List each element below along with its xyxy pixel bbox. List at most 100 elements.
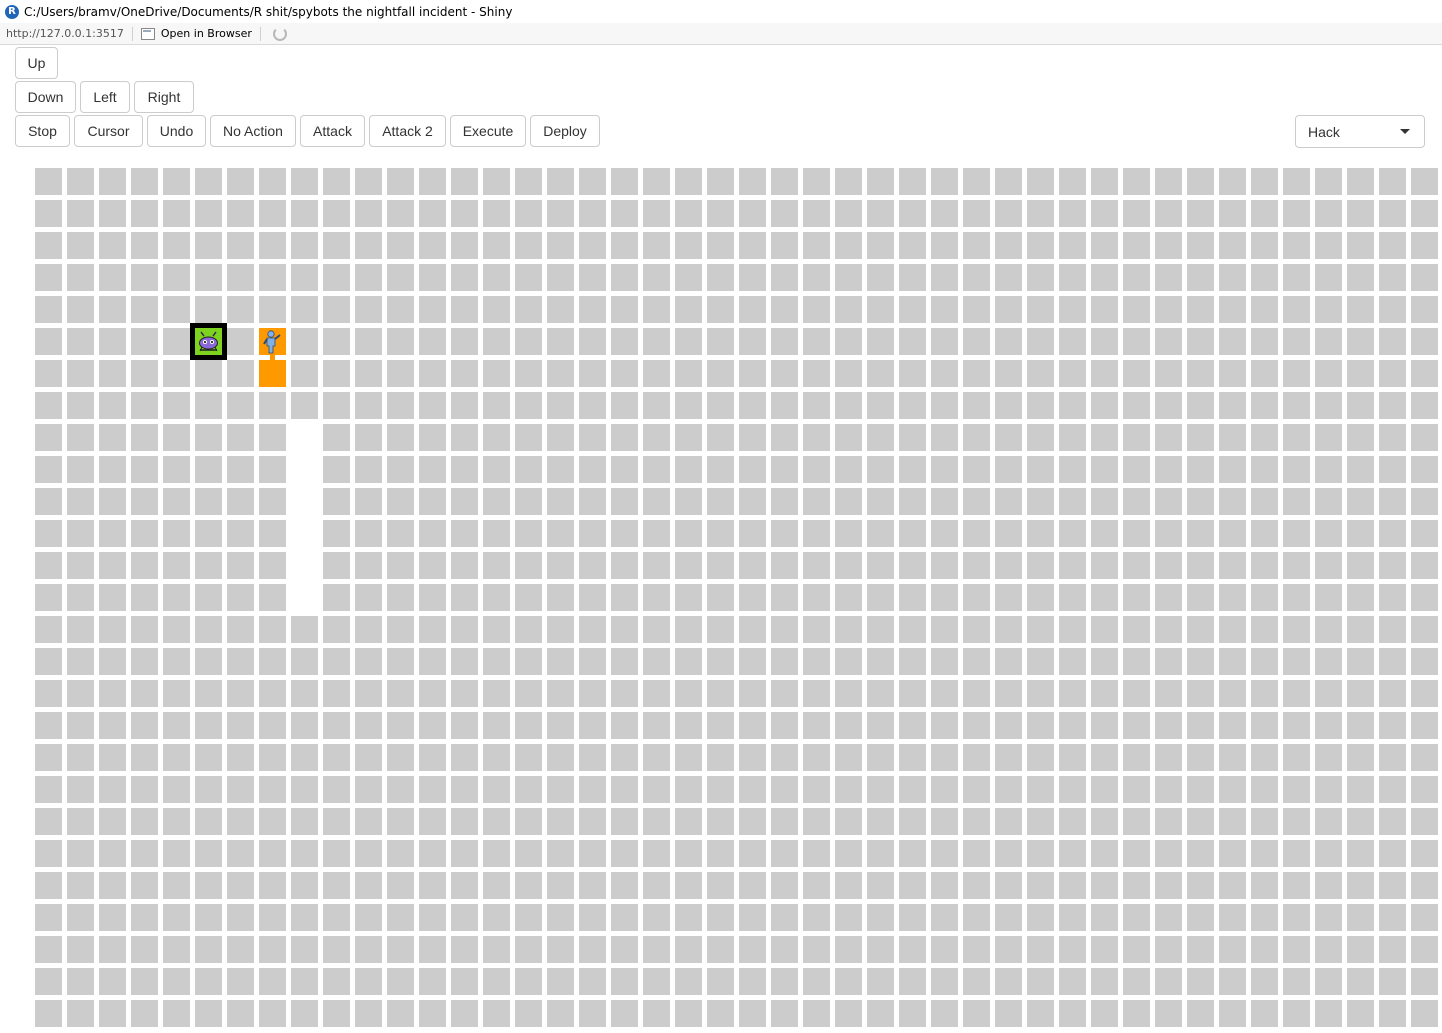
grid-cell[interactable] [803, 232, 830, 259]
grid-cell[interactable] [1283, 232, 1310, 259]
grid-cell[interactable] [643, 840, 670, 867]
grid-cell[interactable] [515, 872, 542, 899]
grid-cell[interactable] [643, 392, 670, 419]
grid-cell[interactable] [1379, 584, 1406, 611]
grid-cell[interactable] [515, 200, 542, 227]
grid-cell[interactable] [419, 936, 446, 963]
grid-cell[interactable] [707, 744, 734, 771]
grid-cell[interactable] [899, 456, 926, 483]
grid-cell[interactable] [451, 936, 478, 963]
empty-grid-cell[interactable] [291, 456, 318, 483]
grid-cell[interactable] [1347, 840, 1374, 867]
grid-cell[interactable] [963, 232, 990, 259]
grid-cell[interactable] [259, 424, 286, 451]
grid-cell[interactable] [931, 776, 958, 803]
grid-cell[interactable] [1187, 648, 1214, 675]
grid-cell[interactable] [611, 456, 638, 483]
grid-cell[interactable] [867, 392, 894, 419]
grid-cell[interactable] [259, 200, 286, 227]
grid-cell[interactable] [1155, 968, 1182, 995]
grid-cell[interactable] [1091, 584, 1118, 611]
grid-cell[interactable] [643, 424, 670, 451]
grid-cell[interactable] [35, 616, 62, 643]
grid-cell[interactable] [99, 840, 126, 867]
grid-cell[interactable] [323, 264, 350, 291]
grid-cell[interactable] [1123, 968, 1150, 995]
grid-cell[interactable] [419, 552, 446, 579]
grid-cell[interactable] [643, 552, 670, 579]
grid-cell[interactable] [1283, 488, 1310, 515]
grid-cell[interactable] [707, 904, 734, 931]
grid-cell[interactable] [707, 488, 734, 515]
grid-cell[interactable] [1347, 808, 1374, 835]
grid-cell[interactable] [995, 392, 1022, 419]
grid-cell[interactable] [35, 584, 62, 611]
grid-cell[interactable] [259, 1000, 286, 1027]
grid-cell[interactable] [835, 744, 862, 771]
grid-cell[interactable] [1347, 1000, 1374, 1027]
grid-cell[interactable] [1379, 424, 1406, 451]
grid-cell[interactable] [707, 200, 734, 227]
grid-cell[interactable] [579, 200, 606, 227]
grid-cell[interactable] [35, 1000, 62, 1027]
grid-cell[interactable] [227, 840, 254, 867]
grid-cell[interactable] [515, 776, 542, 803]
grid-cell[interactable] [1027, 968, 1054, 995]
grid-cell[interactable] [259, 456, 286, 483]
grid-cell[interactable] [1059, 968, 1086, 995]
grid-cell[interactable] [963, 424, 990, 451]
grid-cell[interactable] [355, 936, 382, 963]
grid-cell[interactable] [835, 168, 862, 195]
grid-cell[interactable] [803, 392, 830, 419]
grid-cell[interactable] [163, 616, 190, 643]
grid-cell[interactable] [675, 488, 702, 515]
grid-cell[interactable] [355, 1000, 382, 1027]
grid-cell[interactable] [1219, 296, 1246, 323]
grid-cell[interactable] [1059, 200, 1086, 227]
grid-cell[interactable] [963, 616, 990, 643]
grid-cell[interactable] [1123, 392, 1150, 419]
grid-cell[interactable] [99, 1000, 126, 1027]
grid-cell[interactable] [707, 872, 734, 899]
grid-cell[interactable] [547, 360, 574, 387]
grid-cell[interactable] [547, 904, 574, 931]
grid-cell[interactable] [835, 840, 862, 867]
grid-cell[interactable] [1219, 584, 1246, 611]
grid-cell[interactable] [1283, 840, 1310, 867]
grid-cell[interactable] [675, 520, 702, 547]
grid-cell[interactable] [163, 872, 190, 899]
grid-cell[interactable] [771, 360, 798, 387]
grid-cell[interactable] [131, 744, 158, 771]
grid-cell[interactable] [1251, 264, 1278, 291]
grid-cell[interactable] [67, 520, 94, 547]
grid-cell[interactable] [1219, 200, 1246, 227]
grid-cell[interactable] [163, 680, 190, 707]
grid-cell[interactable] [1187, 232, 1214, 259]
grid-cell[interactable] [1091, 616, 1118, 643]
empty-grid-cell[interactable] [291, 488, 318, 515]
grid-cell[interactable] [67, 232, 94, 259]
grid-cell[interactable] [579, 584, 606, 611]
grid-cell[interactable] [643, 168, 670, 195]
grid-cell[interactable] [611, 904, 638, 931]
grid-cell[interactable] [707, 712, 734, 739]
grid-cell[interactable] [611, 712, 638, 739]
grid-cell[interactable] [515, 328, 542, 355]
grid-cell[interactable] [739, 520, 766, 547]
grid-cell[interactable] [1283, 552, 1310, 579]
grid-cell[interactable] [771, 424, 798, 451]
grid-cell[interactable] [1187, 360, 1214, 387]
grid-cell[interactable] [995, 936, 1022, 963]
grid-cell[interactable] [1027, 744, 1054, 771]
execute-button[interactable]: Execute [450, 115, 526, 147]
grid-cell[interactable] [99, 456, 126, 483]
grid-cell[interactable] [1027, 456, 1054, 483]
grid-cell[interactable] [163, 840, 190, 867]
grid-cell[interactable] [99, 520, 126, 547]
grid-cell[interactable] [163, 712, 190, 739]
grid-cell[interactable] [803, 776, 830, 803]
grid-cell[interactable] [675, 552, 702, 579]
grid-cell[interactable] [867, 616, 894, 643]
grid-cell[interactable] [1091, 424, 1118, 451]
grid-cell[interactable] [323, 296, 350, 323]
